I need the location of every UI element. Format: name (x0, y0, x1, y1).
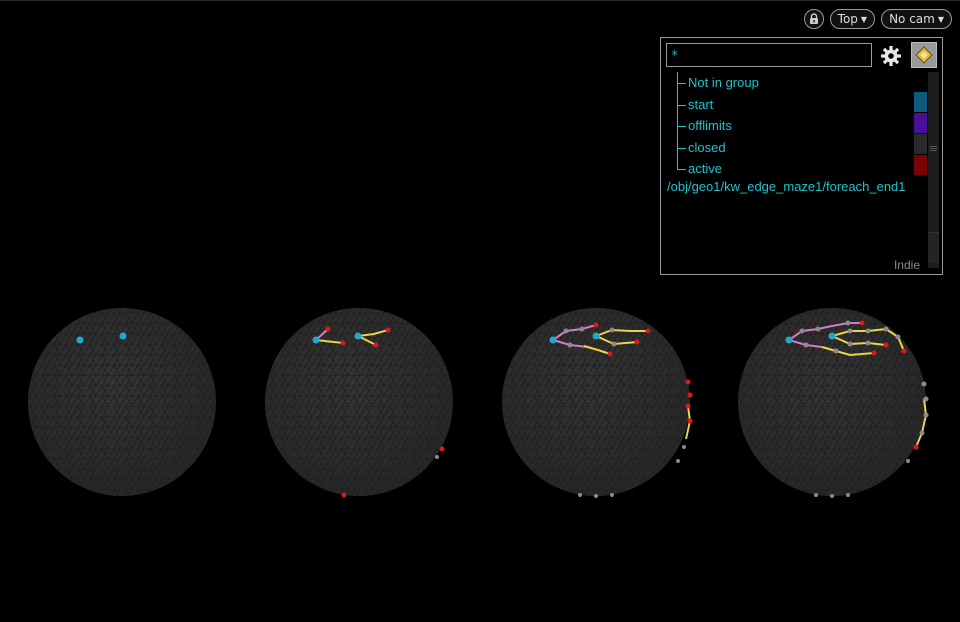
sphere-3[interactable] (502, 308, 693, 498)
closed-point (799, 328, 805, 334)
active-point (439, 446, 445, 452)
closed-point (803, 342, 809, 348)
sphere-scene (28, 308, 929, 498)
sphere-2[interactable] (265, 308, 453, 498)
active-point (341, 492, 347, 498)
closed-point (815, 326, 821, 332)
start-point (785, 336, 793, 344)
closed-point (594, 494, 598, 498)
start-point (592, 332, 600, 340)
closed-point (865, 340, 871, 346)
closed-point (563, 328, 569, 334)
active-point (634, 339, 640, 345)
closed-point (845, 320, 851, 326)
start-point (119, 332, 127, 340)
active-point (593, 322, 599, 328)
active-point (685, 379, 691, 385)
3d-viewport[interactable]: Top ▼ No cam ▼ * Not in group start offl… (0, 0, 960, 621)
closed-point (676, 459, 680, 463)
start-point (312, 336, 320, 344)
closed-point (830, 494, 834, 498)
active-point (385, 327, 391, 333)
closed-point (579, 326, 585, 332)
active-point (607, 351, 613, 357)
active-point (871, 350, 877, 356)
sphere-4[interactable] (738, 308, 929, 498)
closed-point (847, 341, 853, 347)
closed-point (609, 327, 615, 333)
start-point (828, 332, 836, 340)
start-point (76, 336, 84, 344)
active-point (883, 342, 889, 348)
closed-point (923, 396, 929, 402)
closed-point (435, 455, 439, 459)
active-point (687, 418, 693, 424)
closed-point (682, 445, 686, 449)
active-point (687, 392, 693, 398)
closed-point (567, 342, 573, 348)
closed-point (847, 328, 853, 334)
active-point (373, 342, 379, 348)
closed-point (578, 493, 582, 497)
active-point (859, 320, 865, 326)
closed-point (883, 326, 889, 332)
active-point (645, 328, 651, 334)
closed-point (814, 493, 818, 497)
active-point (901, 348, 907, 354)
closed-point (846, 493, 850, 497)
closed-point (611, 341, 617, 347)
closed-point (906, 459, 910, 463)
closed-point (833, 348, 839, 354)
sphere-1[interactable] (28, 308, 216, 496)
closed-point (865, 328, 871, 334)
start-point (354, 332, 362, 340)
closed-point (923, 412, 929, 418)
active-point (913, 444, 919, 450)
closed-point (919, 430, 925, 436)
closed-point (610, 493, 614, 497)
start-point (549, 336, 557, 344)
active-point (685, 403, 691, 409)
active-point (325, 326, 331, 332)
active-point (340, 340, 346, 346)
closed-point (895, 334, 901, 340)
closed-point (921, 381, 927, 387)
